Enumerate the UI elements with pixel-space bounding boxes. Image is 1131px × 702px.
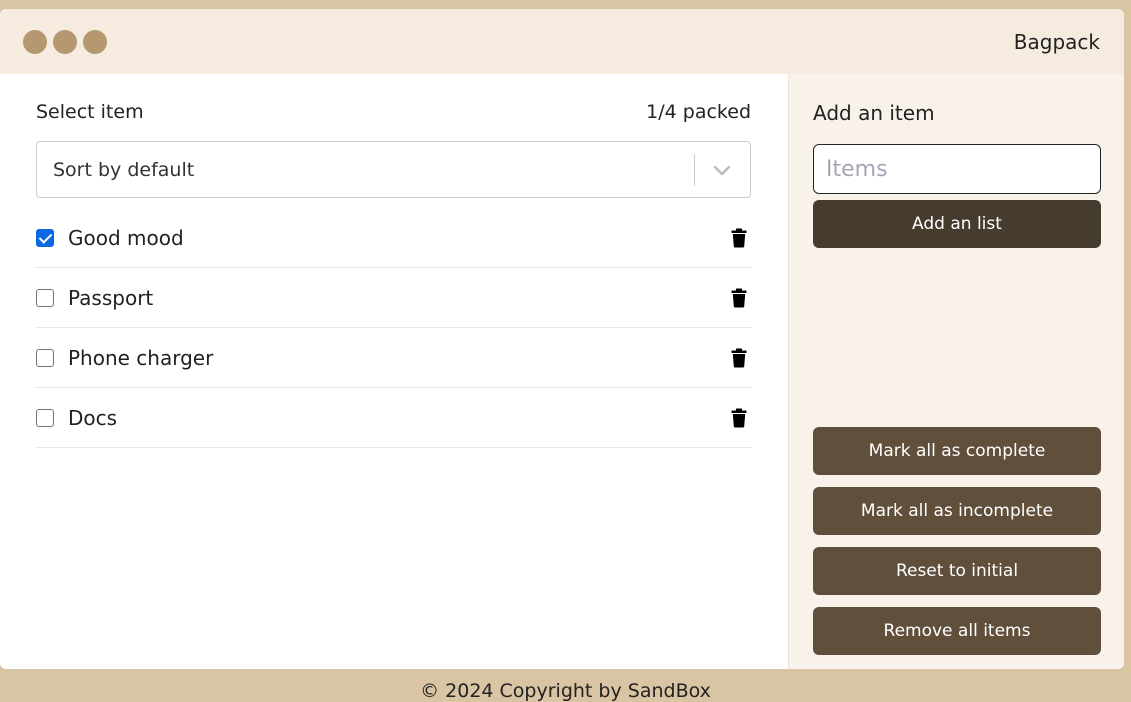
window-dot-1[interactable] [23,29,47,54]
trash-icon[interactable] [731,288,747,308]
remove-all-items-button[interactable]: Remove all items [813,607,1101,655]
item-checkbox[interactable] [36,348,54,367]
list-item: Passport [36,268,751,328]
trash-icon[interactable] [731,348,747,368]
packed-count: 1/4 packed [646,101,751,123]
add-item-label: Add an item [813,101,935,125]
list-item: Docs [36,388,751,448]
title-bar: Bagpack [0,9,1124,74]
add-item-button[interactable]: Add an list [813,200,1101,248]
app-window: Bagpack Select item 1/4 packed Sort by d… [0,9,1124,669]
item-label: Good mood [68,225,184,250]
window-dot-2[interactable] [53,29,77,54]
app-title: Bagpack [1013,29,1100,54]
chevron-down-icon[interactable] [712,160,732,180]
dropdown-separator [694,154,695,186]
trash-icon[interactable] [731,408,747,428]
item-checkbox[interactable] [36,408,54,427]
items-panel: Select item 1/4 packed Sort by default G… [0,74,788,669]
item-label: Passport [68,285,154,310]
sidebar: Add an item Add an list Mark all as comp… [788,74,1124,669]
window-dot-3[interactable] [83,29,107,54]
mark-all-incomplete-button[interactable]: Mark all as incomplete [813,487,1101,535]
select-item-label: Select item [36,101,144,123]
sort-dropdown[interactable]: Sort by default [36,141,751,198]
list-header: Select item 1/4 packed [36,101,751,123]
item-checkbox[interactable] [36,228,54,247]
trash-icon[interactable] [731,228,747,248]
item-input[interactable] [813,144,1101,194]
footer-copyright: © 2024 Copyright by SandBox [420,680,711,702]
reset-initial-button[interactable]: Reset to initial [813,547,1101,595]
item-label: Phone charger [68,345,214,370]
sort-dropdown-value: Sort by default [53,158,195,181]
item-list: Good mood Passport Phone charger Docs [36,208,751,448]
mark-all-complete-button[interactable]: Mark all as complete [813,427,1101,475]
list-item: Phone charger [36,328,751,388]
item-label: Docs [68,405,118,430]
item-checkbox[interactable] [36,288,54,307]
list-item: Good mood [36,208,751,268]
window-controls [23,29,107,54]
